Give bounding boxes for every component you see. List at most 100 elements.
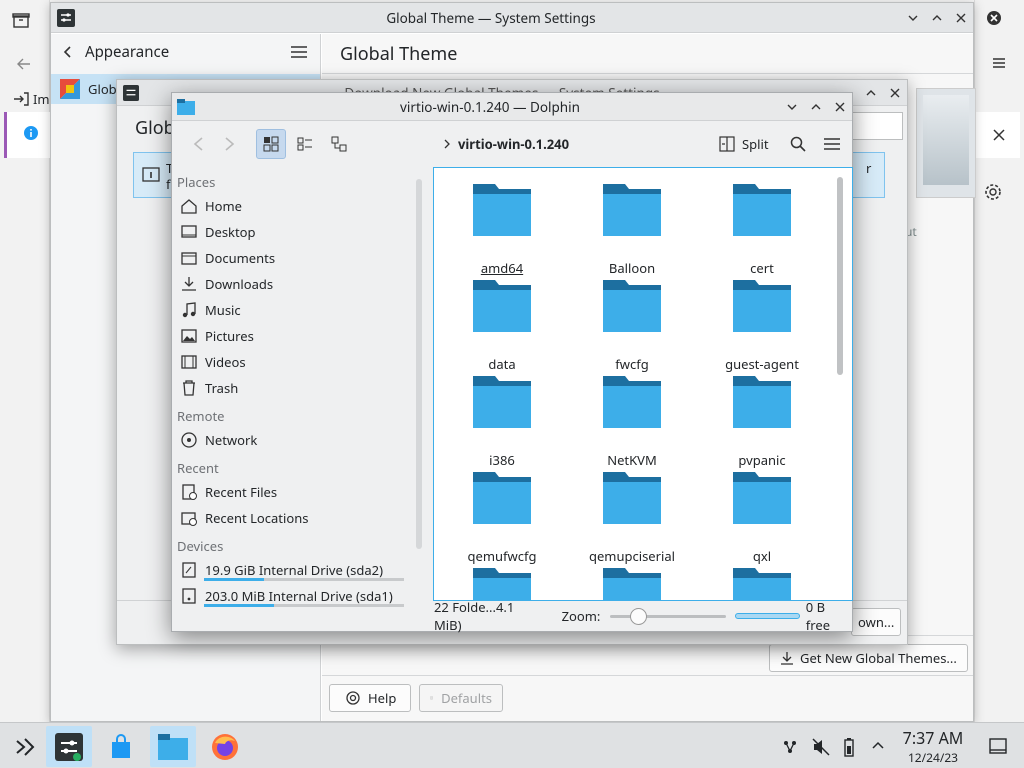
folder-item[interactable] <box>442 566 562 600</box>
folder-label: pvpanic <box>738 451 786 469</box>
search-button[interactable] <box>783 129 813 159</box>
folder-item[interactable]: amd64 <box>442 182 562 278</box>
folder-item[interactable]: i386 <box>442 374 562 470</box>
folder-item[interactable]: data <box>442 278 562 374</box>
folder-icon <box>603 568 661 600</box>
taskbar: 7:37 AM 12/24/23 <box>0 722 1024 768</box>
places-item-network[interactable]: Network <box>172 427 416 453</box>
settings-minimize-button[interactable] <box>901 6 925 30</box>
dolphin-minimize-button[interactable] <box>780 95 804 119</box>
taskbar-dolphin[interactable] <box>150 726 196 767</box>
dolphin-maximize-button[interactable] <box>804 95 828 119</box>
places-item-home[interactable]: Home <box>172 193 416 219</box>
folder-item[interactable] <box>702 566 822 600</box>
folder-item[interactable]: guest-agent <box>702 278 822 374</box>
folder-item[interactable]: qxl <box>702 470 822 566</box>
partial-button-label: own... <box>858 613 895 631</box>
details-view-button[interactable] <box>324 129 354 159</box>
folder-item[interactable]: qemupciserial <box>572 470 692 566</box>
folder-item[interactable]: cert <box>702 182 822 278</box>
bg-settings-gear-icon[interactable] <box>984 183 1002 201</box>
icons-view-button[interactable] <box>256 129 286 159</box>
download-dialog-maximize-button[interactable] <box>859 81 883 105</box>
bg-menu-icon[interactable] <box>991 55 1007 71</box>
taskbar-system-settings[interactable] <box>46 726 92 767</box>
folder-item[interactable]: pvpanic <box>702 374 822 470</box>
recent-locations-icon <box>181 512 197 526</box>
zoom-slider-handle[interactable] <box>630 608 648 625</box>
defaults-button[interactable]: Defaults <box>419 684 503 712</box>
settings-close-button[interactable] <box>949 6 973 30</box>
chevron-left-icon <box>63 46 71 58</box>
places-item-pictures[interactable]: Pictures <box>172 323 416 349</box>
search-icon <box>790 136 806 152</box>
places-item-downloads[interactable]: Downloads <box>172 271 416 297</box>
places-item-trash[interactable]: Trash <box>172 375 416 401</box>
sidebar-menu-icon[interactable] <box>291 45 307 59</box>
system-settings-icon <box>55 732 83 761</box>
archive-icon[interactable] <box>12 12 30 30</box>
hamburger-menu-button[interactable] <box>817 129 847 159</box>
folder-view-scrollbar[interactable] <box>837 177 843 375</box>
folder-item[interactable]: Balloon <box>572 182 692 278</box>
compact-view-button[interactable] <box>290 129 320 159</box>
back-arrow-icon[interactable] <box>16 56 32 72</box>
split-button[interactable]: Split <box>719 135 769 153</box>
videos-icon <box>181 355 197 369</box>
sidebar-item-label: Glob <box>88 80 117 98</box>
places-item-recent-locations[interactable]: Recent Locations <box>172 505 416 531</box>
download-dialog-close-button[interactable] <box>883 81 907 105</box>
settings-maximize-button[interactable] <box>925 6 949 30</box>
notice-close-icon[interactable] <box>992 128 1006 142</box>
application-launcher-button[interactable] <box>2 726 48 767</box>
places-item-music[interactable]: Music <box>172 297 416 323</box>
folder-item[interactable]: fwcfg <box>572 278 692 374</box>
hamburger-menu-icon <box>823 138 840 150</box>
folder-label: qemufwcfg <box>467 547 537 565</box>
dolphin-close-button[interactable] <box>828 95 852 119</box>
taskbar-firefox[interactable] <box>202 726 248 767</box>
back-button[interactable] <box>184 129 214 159</box>
folder-label: qemupciserial <box>588 547 676 565</box>
zoom-slider[interactable] <box>610 608 727 625</box>
defaults-label: Defaults <box>441 689 492 707</box>
back-to-appearance-button[interactable]: Appearance <box>61 42 169 62</box>
folder-icon <box>733 376 791 428</box>
breadcrumb[interactable]: virtio-win-0.1.240 <box>442 135 569 153</box>
show-desktop-icon[interactable] <box>989 738 1007 754</box>
folder-item[interactable] <box>572 566 692 600</box>
folder-view: amd64 Balloon cert data fwcfg guest-agent i386… <box>433 167 853 601</box>
download-dialog-partial-button[interactable]: own... <box>851 608 901 636</box>
folder-item[interactable]: qemufwcfg <box>442 470 562 566</box>
folder-icon <box>603 280 661 332</box>
folder-item[interactable]: NetKVM <box>572 374 692 470</box>
folder-icon <box>733 568 791 600</box>
network-tray-icon[interactable] <box>780 737 800 757</box>
folder-icon <box>733 472 791 524</box>
split-icon <box>719 136 735 152</box>
places-item-documents[interactable]: Documents <box>172 245 416 271</box>
bg-close-icon[interactable] <box>986 10 1002 26</box>
get-new-label: Get New Global Themes... <box>800 649 957 667</box>
digital-clock[interactable]: 7:37 AM 12/24/23 <box>890 727 976 766</box>
taskbar-discover[interactable] <box>98 726 144 767</box>
import-item[interactable]: Im <box>12 90 50 108</box>
split-label: Split <box>742 135 769 153</box>
places-item-drive-sda2[interactable]: 19.9 GiB Internal Drive (sda2) <box>172 557 416 583</box>
places-item-desktop[interactable]: Desktop <box>172 219 416 245</box>
help-button[interactable]: Help <box>329 684 411 712</box>
places-item-recent-files[interactable]: Recent Files <box>172 479 416 505</box>
icons-view-icon <box>263 136 279 152</box>
tray-expand-chevron-up-icon[interactable] <box>871 739 885 751</box>
places-scrollbar[interactable] <box>416 179 422 549</box>
places-item-videos[interactable]: Videos <box>172 349 416 375</box>
forward-button[interactable] <box>214 129 244 159</box>
battery-icon[interactable] <box>843 737 855 757</box>
dolphin-app-icon <box>172 98 200 115</box>
get-new-global-themes-button[interactable]: Get New Global Themes... <box>769 644 968 672</box>
dolphin-window: virtio-win-0.1.240 — Dolphin virtio-win-… <box>171 92 853 634</box>
folder-label: guest-agent <box>725 355 799 373</box>
theme-preview-thumbnail[interactable] <box>916 88 976 198</box>
volume-muted-icon[interactable] <box>811 737 831 757</box>
places-item-label: Videos <box>205 353 246 371</box>
